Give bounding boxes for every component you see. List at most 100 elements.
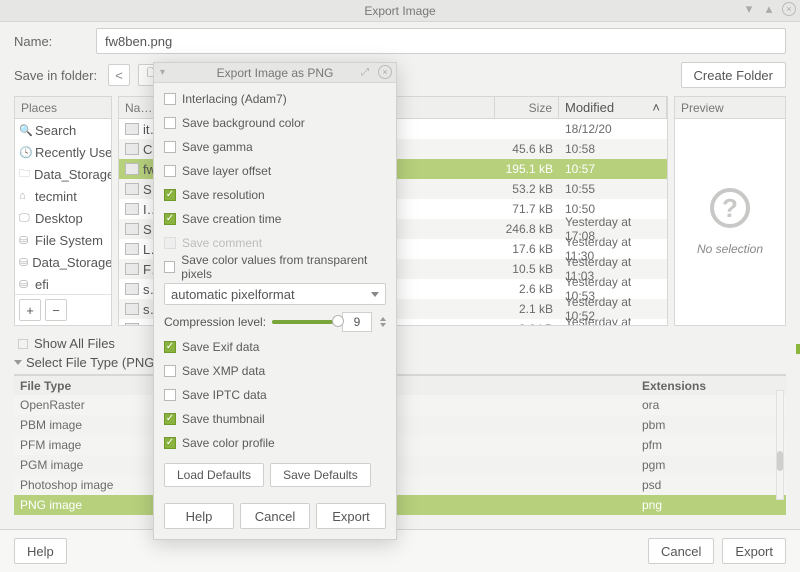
save-profile-checkbox[interactable]: Save color profile bbox=[164, 433, 386, 453]
filename-input[interactable] bbox=[96, 28, 786, 54]
compression-label: Compression level: bbox=[164, 315, 266, 329]
place-label: File System bbox=[35, 233, 103, 248]
filetype-ext: pbm bbox=[636, 418, 786, 432]
chevron-down-icon bbox=[14, 360, 22, 365]
compression-spin[interactable]: 9 bbox=[342, 312, 372, 332]
path-back-button[interactable]: < bbox=[108, 64, 130, 86]
maximize-icon[interactable]: ▴ bbox=[762, 2, 776, 16]
load-defaults-button[interactable]: Load Defaults bbox=[164, 463, 264, 487]
dialog-close-icon[interactable]: × bbox=[378, 65, 392, 79]
filetype-row[interactable]: PNG imagepng bbox=[14, 495, 786, 515]
checkbox-icon bbox=[18, 339, 28, 349]
dialog-export-button[interactable]: Export bbox=[316, 503, 386, 529]
filetype-row[interactable]: PBM imagepbm bbox=[14, 415, 786, 435]
place-item[interactable]: 🕓Recently Used bbox=[15, 141, 111, 163]
pixelformat-select[interactable]: automatic pixelformat bbox=[164, 283, 386, 305]
save-iptc-checkbox[interactable]: Save IPTC data bbox=[164, 385, 386, 405]
drive-icon: ⛁ bbox=[19, 256, 28, 269]
place-item[interactable]: ⛁File System bbox=[15, 229, 111, 251]
place-label: Search bbox=[35, 123, 76, 138]
sort-asc-icon: ˄ bbox=[652, 100, 660, 115]
places-header: Places bbox=[15, 97, 111, 119]
filetype-row[interactable]: Photoshop imagepsd bbox=[14, 475, 786, 495]
minimize-icon[interactable]: ▾ bbox=[742, 2, 756, 16]
filetype-row[interactable]: OpenRasterora bbox=[14, 395, 786, 415]
place-item[interactable]: ⛁efi bbox=[15, 273, 111, 294]
place-label: Data_Storage bbox=[32, 255, 111, 270]
filetype-col-ext[interactable]: Extensions bbox=[636, 376, 786, 395]
place-item[interactable]: ⛁ Data_Storage bbox=[15, 251, 111, 273]
places-add-button[interactable]: + bbox=[19, 299, 41, 321]
thumbnail-icon bbox=[125, 123, 139, 135]
close-icon[interactable]: × bbox=[782, 2, 796, 16]
main-cancel-button[interactable]: Cancel bbox=[648, 538, 714, 564]
show-all-files-checkbox[interactable]: Show All Files bbox=[14, 334, 786, 351]
filetype-ext: pfm bbox=[636, 438, 786, 452]
file-size: 2.1 kB bbox=[495, 302, 559, 316]
dialog-cancel-button[interactable]: Cancel bbox=[240, 503, 310, 529]
file-size: 195.1 kB bbox=[495, 162, 559, 176]
thumbnail-icon bbox=[125, 183, 139, 195]
col-modified-label: Modified bbox=[565, 100, 614, 115]
save-exif-checkbox[interactable]: Save Exif data bbox=[164, 337, 386, 357]
filetype-table: File Type Extensions OpenRasteroraPBM im… bbox=[14, 374, 786, 515]
dialog-maximize-icon[interactable]: ⤢ bbox=[358, 65, 372, 79]
save-resolution-checkbox[interactable]: Save resolution bbox=[164, 185, 386, 205]
dialog-titlebar: ▾ Export Image as PNG ⤢ × bbox=[154, 63, 396, 83]
save-ctime-checkbox[interactable]: Save creation time bbox=[164, 209, 386, 229]
filetype-expander[interactable]: Select File Type (PNG i… bbox=[14, 351, 786, 374]
thumbnail-icon bbox=[125, 243, 139, 255]
filetype-row[interactable]: PGM imagepgm bbox=[14, 455, 786, 475]
file-modified: 10:58 bbox=[559, 142, 667, 156]
places-remove-button[interactable]: − bbox=[45, 299, 67, 321]
thumbnail-icon bbox=[125, 263, 139, 275]
place-item[interactable]: 🖵Desktop bbox=[15, 207, 111, 229]
no-selection-text: No selection bbox=[697, 242, 763, 256]
show-all-label: Show All Files bbox=[34, 336, 115, 351]
filetype-row[interactable]: PFM imagepfm bbox=[14, 435, 786, 455]
spin-down-icon[interactable] bbox=[380, 323, 386, 327]
filetype-scrollbar[interactable] bbox=[776, 390, 784, 500]
pixelformat-value: automatic pixelformat bbox=[171, 287, 295, 302]
save-defaults-button[interactable]: Save Defaults bbox=[270, 463, 371, 487]
folder-icon: 🗀 bbox=[19, 165, 30, 184]
interlacing-checkbox[interactable]: Interlacing (Adam7) bbox=[164, 89, 386, 109]
save-xmp-checkbox[interactable]: Save XMP data bbox=[164, 361, 386, 381]
file-size: 71.7 kB bbox=[495, 202, 559, 216]
save-bg-checkbox[interactable]: Save background color bbox=[164, 113, 386, 133]
place-label: tecmint bbox=[35, 189, 77, 204]
save-thumb-checkbox[interactable]: Save thumbnail bbox=[164, 409, 386, 429]
file-modified: 18/12/20 bbox=[559, 122, 667, 136]
main-titlebar: Export Image ▾ ▴ × bbox=[0, 0, 800, 22]
place-item[interactable]: 🗀 Data_Storage bbox=[15, 163, 111, 185]
file-size: 10.5 kB bbox=[495, 262, 559, 276]
thumbnail-icon bbox=[125, 143, 139, 155]
place-label: Recently Used bbox=[35, 145, 111, 160]
place-item[interactable]: 🔍Search bbox=[15, 119, 111, 141]
dialog-help-button[interactable]: Help bbox=[164, 503, 234, 529]
file-modified: 10:57 bbox=[559, 162, 667, 176]
name-label: Name: bbox=[14, 34, 86, 49]
home-icon: ⌂ bbox=[19, 190, 31, 202]
save-trans-checkbox[interactable]: Save color values from transparent pixel… bbox=[164, 257, 386, 277]
filetype-expander-label: Select File Type (PNG i… bbox=[26, 355, 174, 370]
save-layer-offset-checkbox[interactable]: Save layer offset bbox=[164, 161, 386, 181]
place-label: Data_Storage bbox=[34, 167, 111, 182]
spin-up-icon[interactable] bbox=[380, 317, 386, 321]
thumbnail-icon bbox=[125, 323, 139, 326]
save-in-label: Save in folder: bbox=[14, 68, 100, 83]
file-size: 17.6 kB bbox=[495, 242, 559, 256]
compression-slider[interactable] bbox=[272, 320, 336, 324]
col-modified[interactable]: Modified ˄ bbox=[559, 97, 667, 118]
file-modified: 10:50 bbox=[559, 202, 667, 216]
chevron-down-icon[interactable]: ▾ bbox=[160, 67, 165, 78]
main-help-button[interactable]: Help bbox=[14, 538, 67, 564]
place-item[interactable]: ⌂ tecmint bbox=[15, 185, 111, 207]
create-folder-button[interactable]: Create Folder bbox=[681, 62, 786, 88]
filetype-ext: pgm bbox=[636, 458, 786, 472]
main-export-button[interactable]: Export bbox=[722, 538, 786, 564]
thumbnail-icon bbox=[125, 163, 139, 175]
col-size[interactable]: Size bbox=[495, 97, 559, 118]
save-gamma-checkbox[interactable]: Save gamma bbox=[164, 137, 386, 157]
window-title: Export Image bbox=[364, 4, 435, 18]
